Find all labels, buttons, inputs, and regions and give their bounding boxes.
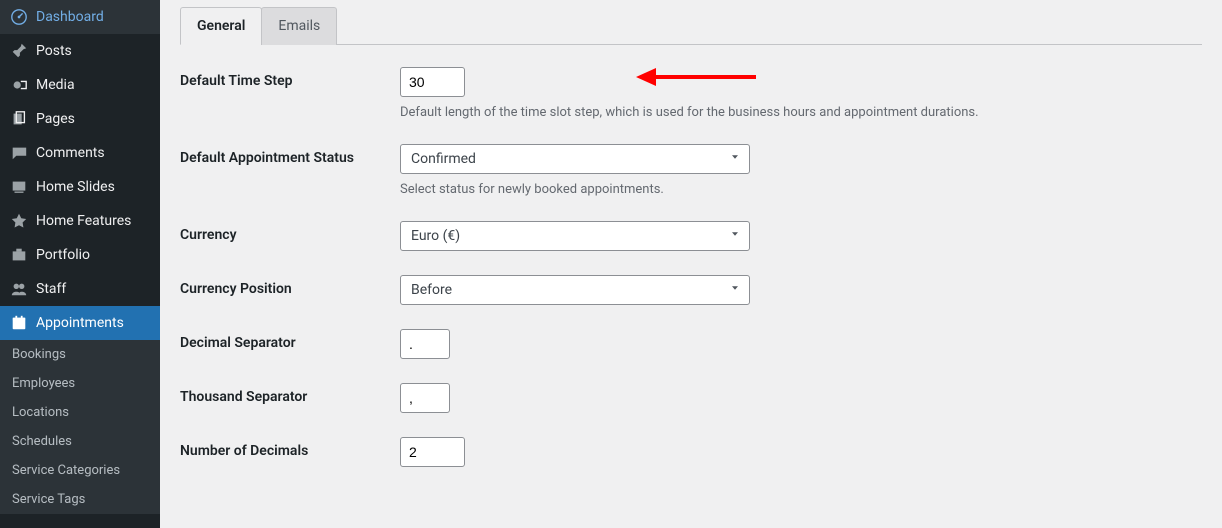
hint-default-appointment-status: Select status for newly booked appointme… (400, 182, 750, 197)
row-decimal-separator: Decimal Separator (180, 329, 1202, 359)
sidebar-label: Home Slides (36, 179, 115, 195)
tab-emails[interactable]: Emails (261, 7, 337, 45)
admin-sidebar: Dashboard Posts Media Pages Comments Hom… (0, 0, 160, 528)
sidebar-item-comments[interactable]: Comments (0, 136, 160, 170)
row-currency: Currency Euro (€) (180, 221, 1202, 251)
label-currency: Currency (180, 221, 400, 243)
label-default-appointment-status: Default Appointment Status (180, 144, 400, 166)
submenu-item-service-tags[interactable]: Service Tags (0, 485, 160, 514)
sidebar-label: Staff (36, 281, 66, 297)
label-default-time-step: Default Time Step (180, 67, 400, 89)
sidebar-item-appointments[interactable]: Appointments (0, 306, 160, 340)
sidebar-item-home-features[interactable]: Home Features (0, 204, 160, 238)
sidebar-item-media[interactable]: Media (0, 68, 160, 102)
input-thousand-separator[interactable] (400, 383, 450, 413)
chevron-down-icon (729, 282, 741, 298)
portfolio-icon (10, 246, 28, 264)
label-currency-position: Currency Position (180, 275, 400, 297)
submenu-item-locations[interactable]: Locations (0, 398, 160, 427)
sidebar-label: Portfolio (36, 247, 90, 263)
row-default-appointment-status: Default Appointment Status Confirmed Sel… (180, 144, 1202, 197)
tab-general[interactable]: General (180, 7, 262, 45)
chevron-down-icon (729, 151, 741, 167)
submenu-item-employees[interactable]: Employees (0, 369, 160, 398)
select-currency[interactable]: Euro (€) (400, 221, 750, 251)
row-default-time-step: Default Time Step Default length of the … (180, 67, 1202, 120)
select-value: Before (411, 282, 452, 298)
submenu-item-service-categories[interactable]: Service Categories (0, 456, 160, 485)
sidebar-label: Dashboard (36, 9, 104, 25)
select-currency-position[interactable]: Before (400, 275, 750, 305)
slides-icon (10, 178, 28, 196)
dashboard-icon (10, 8, 28, 26)
submenu-item-schedules[interactable]: Schedules (0, 427, 160, 456)
input-number-of-decimals[interactable] (400, 437, 465, 467)
select-value: Confirmed (411, 151, 476, 167)
media-icon (10, 76, 28, 94)
sidebar-item-staff[interactable]: Staff (0, 272, 160, 306)
sidebar-item-pages[interactable]: Pages (0, 102, 160, 136)
sidebar-item-portfolio[interactable]: Portfolio (0, 238, 160, 272)
sidebar-label: Media (36, 77, 75, 93)
sidebar-label: Posts (36, 43, 72, 59)
sidebar-label: Pages (36, 111, 75, 127)
sidebar-item-posts[interactable]: Posts (0, 34, 160, 68)
select-default-appointment-status[interactable]: Confirmed (400, 144, 750, 174)
sidebar-item-dashboard[interactable]: Dashboard (0, 0, 160, 34)
select-value: Euro (€) (411, 228, 460, 244)
hint-default-time-step: Default length of the time slot step, wh… (400, 105, 979, 120)
star-icon (10, 212, 28, 230)
staff-icon (10, 280, 28, 298)
pages-icon (10, 110, 28, 128)
calendar-icon (10, 314, 28, 332)
comments-icon (10, 144, 28, 162)
row-thousand-separator: Thousand Separator (180, 383, 1202, 413)
row-currency-position: Currency Position Before (180, 275, 1202, 305)
input-default-time-step[interactable] (400, 67, 465, 97)
settings-tabs: General Emails (180, 0, 1202, 45)
sidebar-label: Comments (36, 145, 105, 161)
label-thousand-separator: Thousand Separator (180, 383, 400, 405)
label-number-of-decimals: Number of Decimals (180, 437, 400, 459)
row-number-of-decimals: Number of Decimals (180, 437, 1202, 467)
sidebar-label: Home Features (36, 213, 131, 229)
submenu-item-bookings[interactable]: Bookings (0, 340, 160, 369)
chevron-down-icon (729, 228, 741, 244)
sidebar-item-home-slides[interactable]: Home Slides (0, 170, 160, 204)
input-decimal-separator[interactable] (400, 329, 450, 359)
sidebar-submenu: Bookings Employees Locations Schedules S… (0, 340, 160, 514)
main-content: General Emails Default Time Step Default… (160, 0, 1222, 528)
pin-icon (10, 42, 28, 60)
sidebar-label: Appointments (36, 315, 124, 331)
label-decimal-separator: Decimal Separator (180, 329, 400, 351)
